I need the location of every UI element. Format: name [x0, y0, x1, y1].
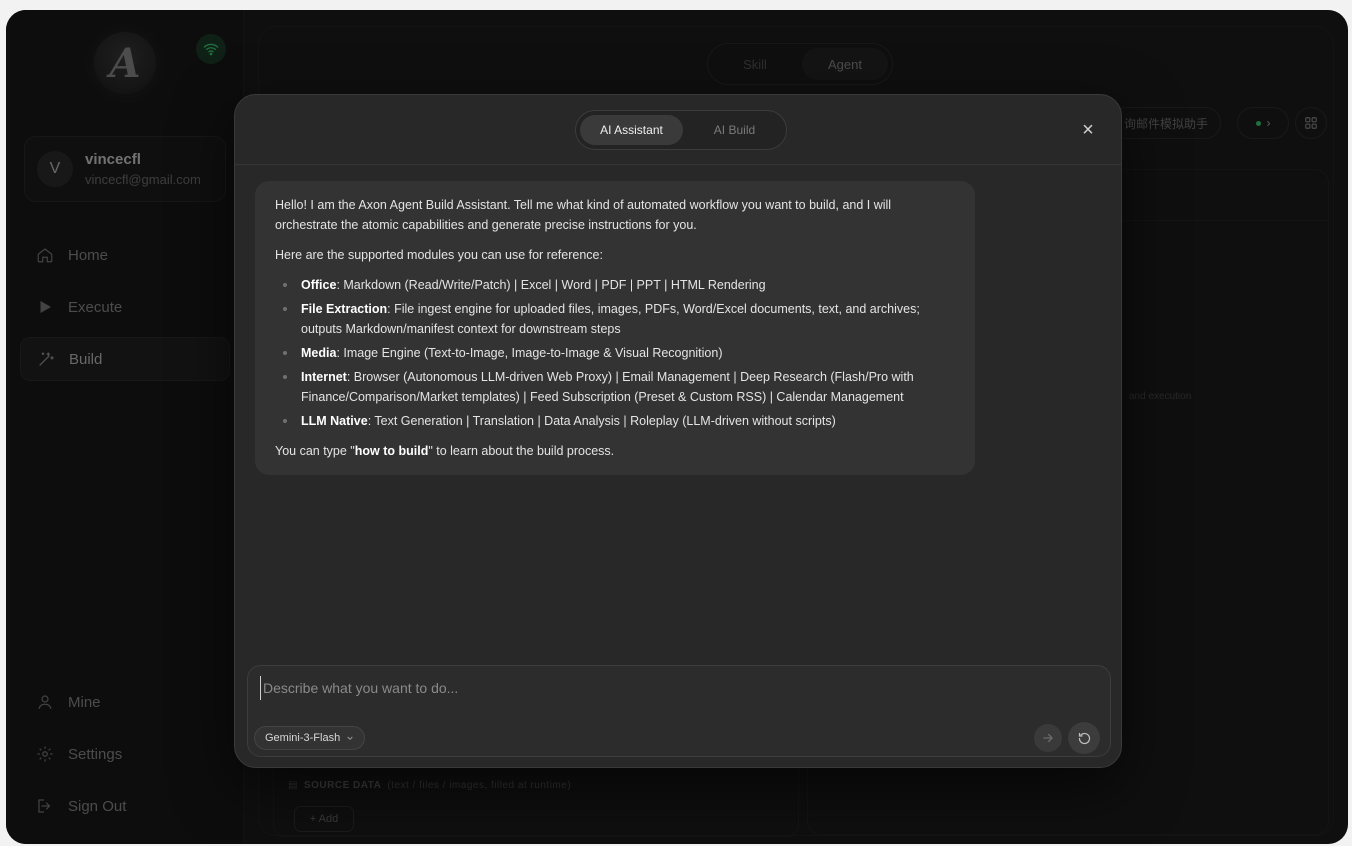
ai-assistant-modal: AI Assistant AI Build × Hello! I am the … — [234, 94, 1122, 768]
chat-input[interactable] — [260, 676, 1060, 700]
list-item: Office: Markdown (Read/Write/Patch) | Ex… — [275, 275, 955, 295]
refresh-icon — [1078, 732, 1090, 744]
list-item: Media: Image Engine (Text-to-Image, Imag… — [275, 343, 955, 363]
message-intro: Hello! I am the Axon Agent Build Assista… — [275, 198, 892, 232]
chevron-down-icon — [347, 736, 353, 741]
message-modules-intro: Here are the supported modules you can u… — [275, 248, 603, 262]
model-name: Gemini-3-Flash — [265, 732, 341, 744]
reset-button[interactable] — [1068, 722, 1100, 754]
app-window: A V vincecfl vincecfl@gmail.com Home Exe… — [6, 10, 1348, 844]
list-item: File Extraction: File ingest engine for … — [275, 299, 955, 339]
arrow-right-icon — [1043, 733, 1053, 743]
modal-header: AI Assistant AI Build × — [235, 95, 1121, 165]
list-item: LLM Native: Text Generation | Translatio… — [275, 411, 955, 431]
list-item: Internet: Browser (Autonomous LLM-driven… — [275, 367, 955, 407]
tab-ai-build[interactable]: AI Build — [687, 115, 782, 145]
model-select[interactable]: Gemini-3-Flash — [254, 726, 366, 750]
mode-toggle: AI Assistant AI Build — [575, 110, 787, 150]
chat-input-area: Gemini-3-Flash — [247, 665, 1111, 757]
close-icon[interactable]: × — [1077, 119, 1099, 141]
message-outro: You can type "how to build" to learn abo… — [275, 444, 615, 458]
send-button[interactable] — [1034, 724, 1062, 752]
assistant-message: Hello! I am the Axon Agent Build Assista… — [255, 181, 975, 475]
tab-ai-assistant[interactable]: AI Assistant — [580, 115, 683, 145]
module-list: Office: Markdown (Read/Write/Patch) | Ex… — [275, 275, 955, 431]
